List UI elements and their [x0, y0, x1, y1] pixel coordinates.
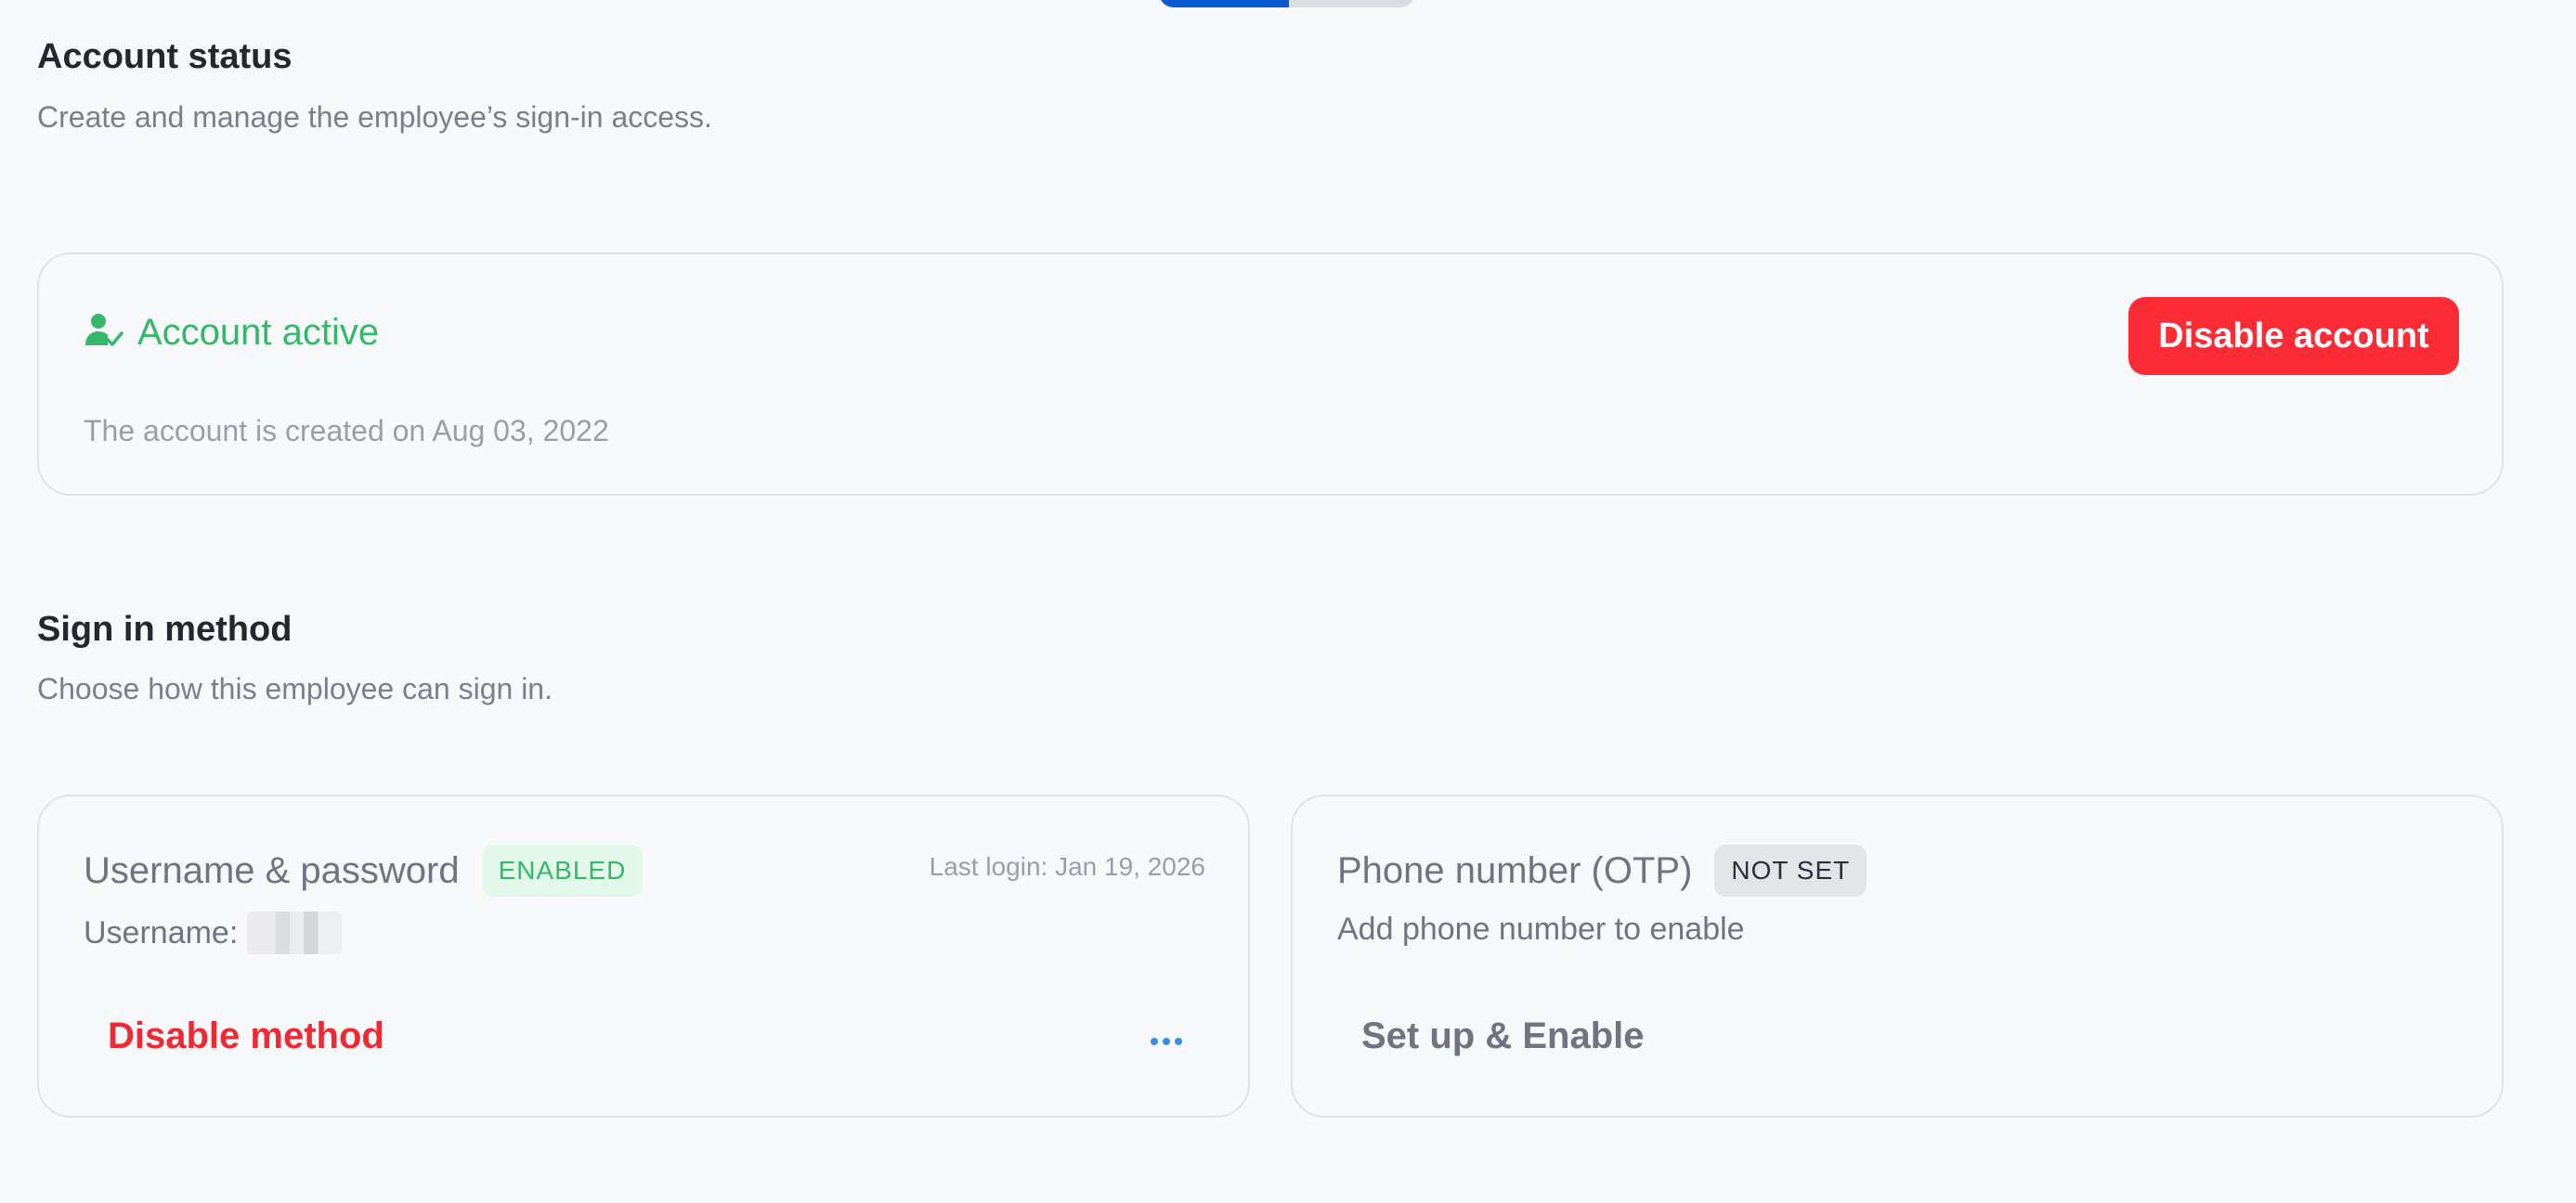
method-card-phone-otp: Phone number (OTP) NOT SET Add phone num… — [1291, 795, 2504, 1118]
disable-method-button[interactable]: Disable method — [108, 1015, 384, 1057]
username-row: Username: — [84, 912, 343, 954]
account-status-indicator: Account active — [84, 312, 379, 354]
method-name: Phone number (OTP) — [1337, 849, 1693, 891]
toggle-segment-inactive[interactable] — [1289, 0, 1415, 7]
setup-enable-button[interactable]: Set up & Enable — [1361, 1015, 1645, 1057]
disable-account-button[interactable]: Disable account — [2128, 297, 2459, 375]
sign-in-method-title: Sign in method — [37, 610, 293, 649]
user-check-icon — [84, 312, 124, 354]
account-status-card: Account active The account is created on… — [37, 252, 2504, 496]
phone-detail-text: Add phone number to enable — [1337, 912, 1745, 947]
username-value-redacted — [247, 912, 343, 954]
method-name: Username & password — [84, 849, 460, 891]
status-badge: ENABLED — [481, 845, 644, 897]
account-status-title: Account status — [37, 37, 293, 76]
account-status-label: Account active — [137, 312, 380, 353]
account-status-subtitle: Create and manage the employee’s sign-in… — [37, 100, 712, 134]
toggle-segment-active[interactable] — [1159, 0, 1289, 7]
username-label: Username: — [84, 914, 239, 951]
last-login-text: Last login: Jan 19, 2026 — [929, 852, 1205, 881]
method-card-username-password: Username & password ENABLED Last login: … — [37, 795, 1250, 1118]
method-title-row: Phone number (OTP) NOT SET — [1337, 845, 1867, 897]
page: Account status Create and manage the emp… — [0, 0, 2576, 1203]
top-toggle[interactable] — [1159, 0, 1415, 7]
account-created-text: The account is created on Aug 03, 2022 — [84, 414, 609, 447]
sign-in-method-subtitle: Choose how this employee can sign in. — [37, 672, 553, 705]
more-horizontal-icon[interactable] — [1148, 1023, 1185, 1060]
method-title-row: Username & password ENABLED — [84, 845, 644, 897]
status-badge: NOT SET — [1714, 845, 1867, 897]
